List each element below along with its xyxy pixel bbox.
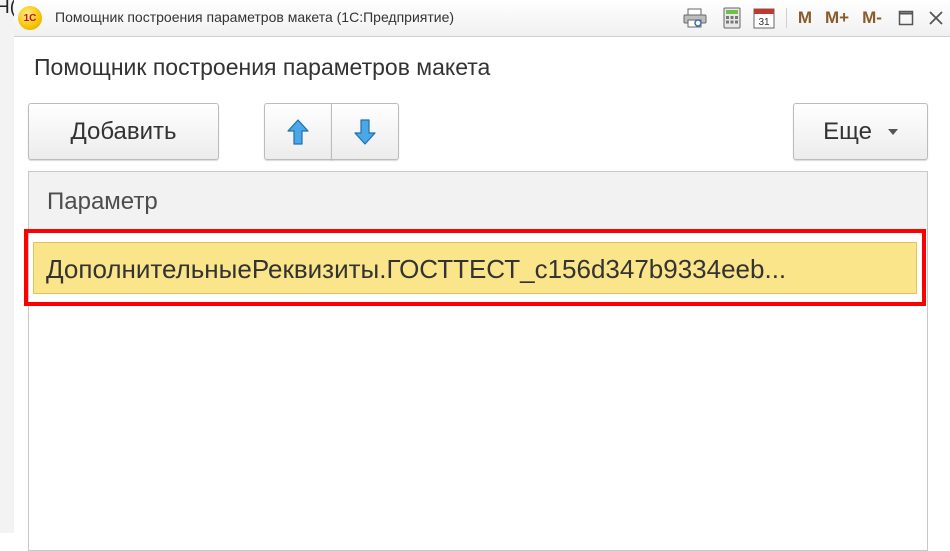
table-row[interactable]: ДополнительныеРеквизиты.ГОСТТЕСТ_c156d34…: [33, 242, 917, 294]
calculator-icon: [723, 7, 741, 29]
memory-add-button[interactable]: M+: [822, 7, 852, 29]
parameters-table[interactable]: Параметр ДополнительныеРеквизиты.ГОСТТЕС…: [24, 171, 928, 551]
form-title: Помощник построения параметров макета: [34, 54, 491, 80]
chevron-down-icon: [887, 128, 898, 135]
move-up-button[interactable]: [264, 103, 332, 160]
window-title: Помощник построения параметров макета (1…: [55, 9, 455, 25]
memory-subtract-button[interactable]: M-: [857, 7, 887, 29]
arrow-down-icon: [354, 118, 376, 145]
calendar-day: 31: [758, 17, 770, 28]
print-preview-icon: [683, 8, 707, 28]
parameter-cell: ДополнительныеРеквизиты.ГОСТТЕСТ_c156d34…: [46, 254, 787, 284]
maximize-icon: [898, 10, 914, 26]
table-header: Параметр: [29, 172, 927, 230]
more-button-label: Еще: [823, 117, 872, 145]
maximize-button[interactable]: [895, 7, 917, 29]
move-down-button[interactable]: [331, 103, 399, 160]
close-icon: [929, 11, 943, 25]
dialog-window: 1С Помощник построения параметров макета…: [14, 0, 950, 551]
calculator-button[interactable]: [721, 7, 743, 29]
close-button[interactable]: [925, 7, 947, 29]
add-button-label: Добавить: [70, 117, 177, 145]
toolbar-separator: [786, 8, 787, 28]
app-logo-icon: 1С: [18, 6, 42, 30]
calendar-icon: 31: [753, 8, 775, 29]
background-window-edge: Н(: [0, 0, 16, 533]
print-preview-button[interactable]: [681, 7, 709, 29]
more-menu-button[interactable]: Еще: [793, 103, 928, 160]
title-bar: 1С Помощник построения параметров макета…: [14, 0, 950, 37]
selection-highlight-frame: ДополнительныеРеквизиты.ГОСТТЕСТ_c156d34…: [24, 229, 926, 306]
calendar-button[interactable]: 31: [752, 7, 776, 29]
arrow-up-icon: [287, 118, 309, 145]
column-header-parameter[interactable]: Параметр: [47, 188, 158, 216]
memory-button[interactable]: M: [794, 7, 816, 29]
add-button[interactable]: Добавить: [28, 103, 219, 160]
